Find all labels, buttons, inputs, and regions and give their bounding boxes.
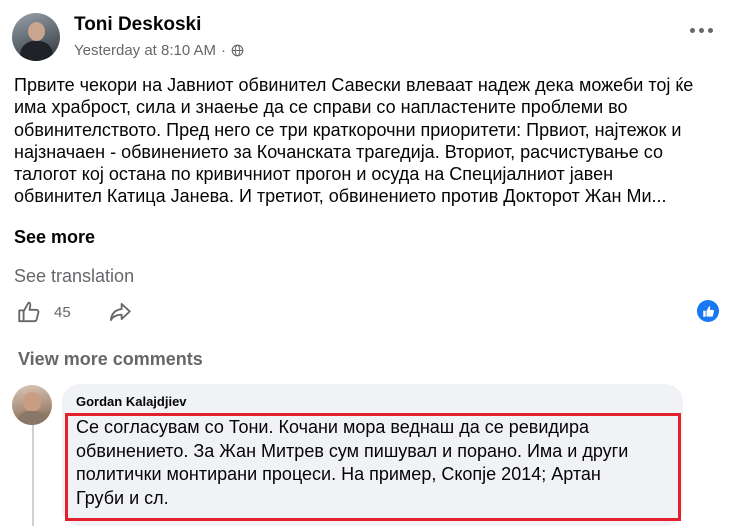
- reactions-bar: 45: [16, 299, 133, 325]
- thumbs-up-icon: [702, 305, 714, 317]
- comment-text-line: обвинението. За Жан Митрев сум пишувал и…: [76, 440, 629, 461]
- comment-text-line: Груби и сл.: [76, 487, 169, 508]
- post-text-line: Првите чекори на Јавниот обвинител Савес…: [14, 75, 694, 95]
- share-icon[interactable]: [107, 299, 133, 325]
- see-more-link[interactable]: See more: [14, 227, 95, 248]
- post-author-name[interactable]: Toni Deskoski: [74, 14, 201, 36]
- globe-icon: [231, 44, 244, 57]
- post-text-line: најзначаен - обвинението за Кочанската т…: [14, 141, 664, 162]
- post-text-line: обвинител Катица Јанева. И третиот, обви…: [14, 186, 667, 207]
- avatar-head: [23, 392, 41, 412]
- see-translation-link[interactable]: See translation: [14, 266, 134, 287]
- like-icon[interactable]: [16, 299, 42, 325]
- like-count[interactable]: 45: [54, 304, 71, 321]
- meta-separator: ·: [221, 42, 227, 59]
- view-more-comments-link[interactable]: View more comments: [18, 349, 203, 370]
- comment-thread-line: [32, 425, 34, 526]
- post-text-line: обвинителството. Пред него се три кратко…: [14, 119, 682, 140]
- avatar-head: [28, 22, 45, 41]
- comment-text-line: Се согласувам со Тони. Кочани мора ведна…: [76, 417, 589, 437]
- more-options-icon[interactable]: [690, 28, 713, 33]
- author-avatar[interactable]: [12, 13, 60, 61]
- avatar-body: [17, 411, 47, 425]
- comment-text: Се согласувам со Тони. Кочани мора ведна…: [76, 416, 672, 510]
- like-reaction-icon[interactable]: [697, 300, 719, 322]
- post-timestamp[interactable]: Yesterday at 8:10 AM: [74, 42, 216, 59]
- avatar-body: [20, 41, 53, 61]
- post-meta: Yesterday at 8:10 AM ·: [74, 42, 244, 59]
- post-text-line: талогот кој остана по кривичниот прогон …: [14, 164, 614, 185]
- commenter-name[interactable]: Gordan Kalajdjiev: [76, 394, 187, 409]
- comment-text-line: политички монтирани процеси. На пример, …: [76, 464, 601, 484]
- post-text: Првите чекори на Јавниот обвинител Савес…: [14, 74, 726, 208]
- commenter-avatar[interactable]: [12, 385, 52, 425]
- post-text-line: има храброст, сила и знаење да се справи…: [14, 97, 628, 118]
